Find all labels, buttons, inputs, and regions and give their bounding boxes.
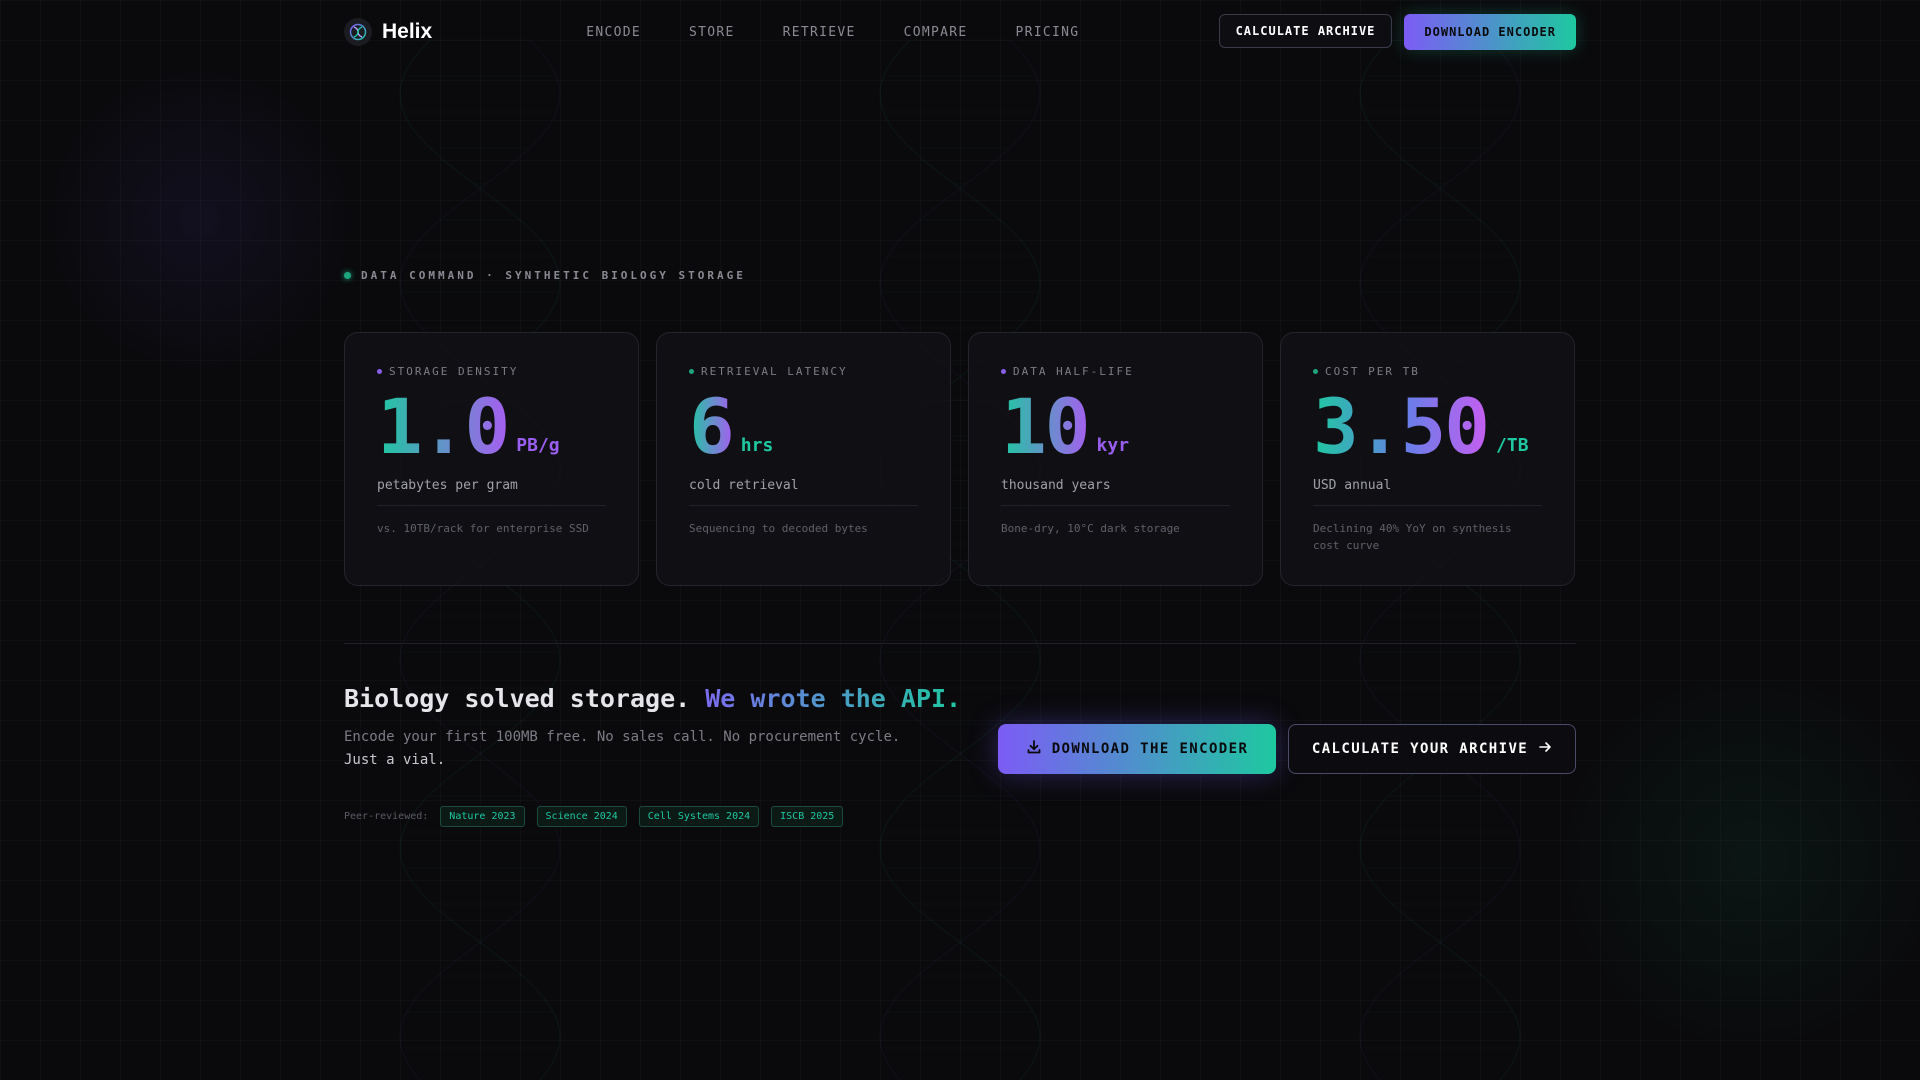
cta-subtext-strong: Just a vial. <box>344 752 446 768</box>
nav-links: ENCODE STORE RETRIEVE COMPARE PRICING <box>586 25 1079 40</box>
card-label: DATA HALF-LIFE <box>1001 365 1230 378</box>
card-dot <box>1001 369 1006 374</box>
cta-subtext-plain: Encode your first 100MB free. No sales c… <box>344 729 901 745</box>
publication-tag[interactable]: ISCB 2025 <box>771 806 844 827</box>
card-note: vs. 10TB/rack for enterprise SSD <box>377 522 589 535</box>
calculate-your-archive-button[interactable]: CALCULATE YOUR ARCHIVE <box>1288 724 1576 774</box>
status-dot <box>344 272 351 279</box>
publication-tag[interactable]: Nature 2023 <box>440 806 525 827</box>
card-label: STORAGE DENSITY <box>377 365 606 378</box>
nav-actions: CALCULATE ARCHIVE DOWNLOAD ENCODER <box>1218 14 1576 50</box>
section-divider <box>344 643 1576 644</box>
card-value-row: 6 hrs <box>689 382 918 471</box>
card-value: 10 <box>1001 382 1091 471</box>
card-label-text: COST PER TB <box>1325 365 1420 378</box>
cta-actions: DOWNLOAD THE ENCODER CALCULATE YOUR ARCH… <box>998 724 1576 774</box>
brand[interactable]: Helix <box>344 18 432 46</box>
top-navigation: Helix ENCODE STORE RETRIEVE COMPARE PRIC… <box>344 0 1576 64</box>
nav-link-pricing[interactable]: PRICING <box>1016 25 1080 40</box>
card-note: Sequencing to decoded bytes <box>689 522 868 535</box>
card-note: Bone-dry, 10°C dark storage <box>1001 522 1180 535</box>
card-unit: /TB <box>1496 435 1529 456</box>
nav-link-store[interactable]: STORE <box>689 25 735 40</box>
calculate-your-archive-label: CALCULATE YOUR ARCHIVE <box>1311 741 1529 757</box>
card-value: 3.50 <box>1313 382 1490 471</box>
eyebrow-text: DATA COMMAND · SYNTHETIC BIOLOGY STORAGE <box>361 269 746 282</box>
card-description: cold retrieval <box>689 478 799 493</box>
card-label: COST PER TB <box>1313 365 1542 378</box>
stat-card-data-half-life: DATA HALF-LIFE 10 kyr thousand years Bon… <box>968 332 1263 586</box>
card-label-text: STORAGE DENSITY <box>389 365 519 378</box>
card-value-row: 3.50 /TB <box>1313 382 1542 471</box>
download-the-encoder-button[interactable]: DOWNLOAD THE ENCODER <box>998 724 1276 774</box>
card-divider <box>1001 505 1230 506</box>
cta-headline-plain: Biology solved storage. <box>344 684 706 713</box>
card-label: RETRIEVAL LATENCY <box>689 365 918 378</box>
publication-tag[interactable]: Science 2024 <box>536 806 627 827</box>
card-label-text: RETRIEVAL LATENCY <box>701 365 848 378</box>
background-glow <box>40 60 360 380</box>
background-glow <box>1540 680 1920 1040</box>
card-unit: kyr <box>1096 435 1130 456</box>
card-divider <box>689 505 918 506</box>
nav-link-compare[interactable]: COMPARE <box>904 25 968 40</box>
peer-reviewed-label: Peer-reviewed: <box>344 811 429 822</box>
card-dot <box>377 369 382 374</box>
brand-name: Helix <box>382 20 433 43</box>
stat-card-cost-per-tb: COST PER TB 3.50 /TB USD annual Declinin… <box>1280 332 1575 586</box>
card-description: petabytes per gram <box>377 478 518 493</box>
cta-headline-accent: We wrote the API. <box>705 684 962 713</box>
card-value: 1.0 <box>377 382 510 471</box>
cta-headline: Biology solved storage. We wrote the API… <box>344 684 961 713</box>
calculate-archive-button[interactable]: CALCULATE ARCHIVE <box>1218 14 1393 48</box>
cta-subtext: Encode your first 100MB free. No sales c… <box>344 726 924 772</box>
card-value: 6 <box>689 382 735 471</box>
download-encoder-button[interactable]: DOWNLOAD ENCODER <box>1404 14 1576 50</box>
card-label-text: DATA HALF-LIFE <box>1013 365 1134 378</box>
download-the-encoder-label: DOWNLOAD THE ENCODER <box>1051 741 1249 757</box>
card-value-row: 10 kyr <box>1001 382 1230 471</box>
arrow-right-icon <box>1538 740 1552 758</box>
card-unit: hrs <box>740 435 774 456</box>
stat-cards: STORAGE DENSITY 1.0 PB/g petabytes per g… <box>344 332 1576 586</box>
card-divider <box>1313 505 1542 506</box>
nav-link-retrieve[interactable]: RETRIEVE <box>783 25 856 40</box>
card-unit: PB/g <box>516 435 560 456</box>
card-dot <box>689 369 694 374</box>
card-description: USD annual <box>1313 478 1392 493</box>
card-note: Declining 40% YoY on synthesis cost curv… <box>1313 522 1512 552</box>
stat-card-storage-density: STORAGE DENSITY 1.0 PB/g petabytes per g… <box>344 332 639 586</box>
download-icon <box>1026 739 1042 759</box>
card-value-row: 1.0 PB/g <box>377 382 606 471</box>
helix-logo-icon <box>344 18 372 46</box>
stat-card-retrieval-latency: RETRIEVAL LATENCY 6 hrs cold retrieval S… <box>656 332 951 586</box>
card-description: thousand years <box>1001 478 1111 493</box>
publication-tag[interactable]: Cell Systems 2024 <box>638 806 760 827</box>
card-dot <box>1313 369 1318 374</box>
card-divider <box>377 505 606 506</box>
nav-link-encode[interactable]: ENCODE <box>586 25 641 40</box>
peer-reviewed-row: Peer-reviewed: Nature 2023 Science 2024 … <box>344 806 844 827</box>
section-eyebrow: DATA COMMAND · SYNTHETIC BIOLOGY STORAGE <box>344 269 746 282</box>
